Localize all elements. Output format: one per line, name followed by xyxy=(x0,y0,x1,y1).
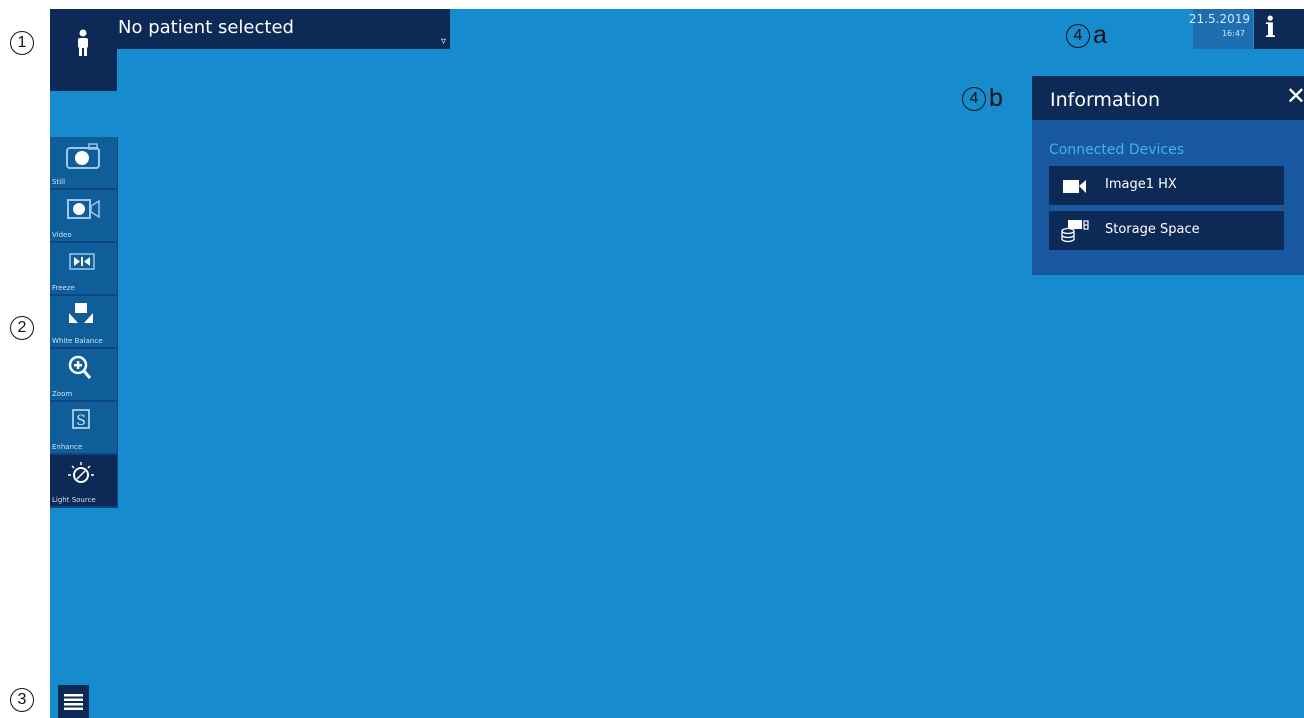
info-icon: i xyxy=(1265,11,1276,44)
tool-still-button[interactable]: Still xyxy=(50,137,118,190)
tool-freeze-button[interactable]: Freeze xyxy=(50,243,118,296)
svg-text:S: S xyxy=(76,413,86,429)
device-image1-hx[interactable]: Image1 HX xyxy=(1049,166,1284,205)
connected-devices-heading: Connected Devices xyxy=(1049,142,1185,158)
information-panel-header: Information ✕ xyxy=(1032,76,1304,120)
callout-4a: 4a xyxy=(1066,21,1107,49)
tool-video-button[interactable]: Video xyxy=(50,190,118,243)
close-icon[interactable]: ✕ xyxy=(1286,82,1304,110)
zoom-in-icon xyxy=(68,355,92,379)
callout-4b: 4b xyxy=(962,84,1003,112)
video-camera-icon xyxy=(1063,180,1086,193)
time-text: 16:47 xyxy=(1221,29,1245,38)
information-panel: Information ✕ Connected Devices Image1 H… xyxy=(1032,76,1304,275)
information-panel-title: Information xyxy=(1050,89,1160,111)
video-camera-icon xyxy=(67,199,100,219)
patient-button[interactable] xyxy=(50,9,117,91)
callout-2: 2 xyxy=(10,313,37,341)
date-time-display: 21.5.2019 16:47 xyxy=(1189,9,1253,49)
person-icon xyxy=(78,29,88,56)
menu-button[interactable] xyxy=(58,685,89,718)
patient-label: No patient selected xyxy=(118,17,294,38)
tool-enhance-button[interactable]: S Enhance xyxy=(50,402,118,455)
white-balance-icon xyxy=(69,303,93,323)
info-button[interactable]: i xyxy=(1254,9,1304,49)
date-text: 21.5.2019 xyxy=(1188,12,1250,26)
freeze-icon xyxy=(69,253,95,270)
tool-zoom-button[interactable]: Zoom xyxy=(50,349,118,402)
storage-icon xyxy=(1061,220,1089,243)
patient-selector[interactable]: No patient selected ▿ xyxy=(117,9,450,49)
camera-icon xyxy=(66,143,100,169)
device-storage-space[interactable]: Storage Space xyxy=(1049,211,1284,250)
light-source-icon xyxy=(68,462,94,483)
tool-light-source-button[interactable]: Light Source xyxy=(50,455,118,508)
callout-1: 1 xyxy=(10,28,37,56)
function-toolbar: Still Video Freeze White Balance Zoom S … xyxy=(50,137,118,508)
dropdown-caret-icon: ▿ xyxy=(440,36,446,47)
hamburger-menu-icon xyxy=(64,694,83,710)
tool-white-balance-button[interactable]: White Balance xyxy=(50,296,118,349)
main-screen: No patient selected ▿ Still Video Freeze… xyxy=(50,9,1304,718)
enhance-s-icon: S xyxy=(72,409,90,429)
callout-3: 3 xyxy=(10,685,37,713)
